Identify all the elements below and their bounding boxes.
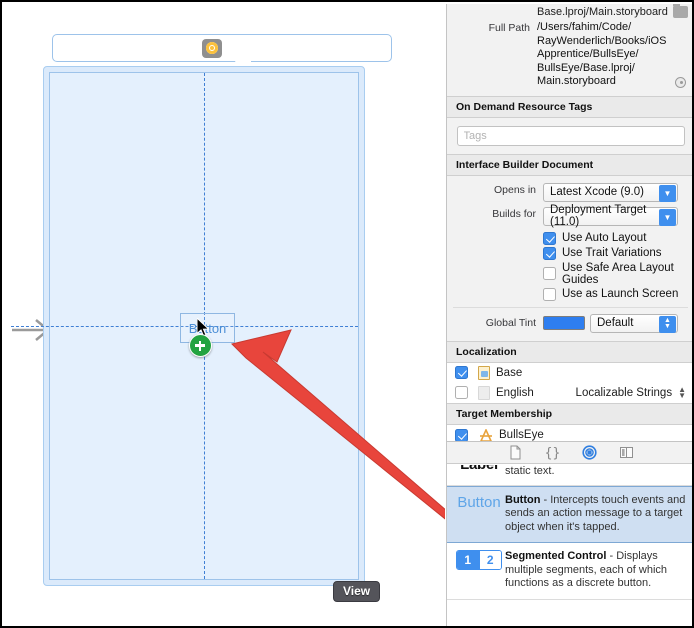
label-glyph: Label (460, 465, 498, 473)
target-bullseye-checkbox[interactable] (455, 428, 468, 442)
library-item-label-description: static text. (505, 465, 555, 477)
ib-document-body: Opens in Latest Xcode (9.0) ▼ Builds for… (447, 176, 692, 341)
builds-for-select[interactable]: Deployment Target (11.0) ▼ (543, 204, 678, 228)
library-item-list[interactable]: Label static text. Button Button - Inter… (447, 465, 692, 626)
use-auto-layout-checkbox[interactable] (543, 231, 556, 245)
library-item-button-title: Button (505, 493, 541, 506)
global-tint-value: Default (597, 317, 634, 329)
localization-row-base[interactable]: Base (447, 362, 692, 383)
segmented-control-thumbnail-icon: 12 (453, 550, 505, 570)
use-safe-area-label: Use Safe Area Layout Guides (562, 261, 674, 286)
strings-file-icon (478, 385, 490, 400)
builds-for-value: Deployment Target (11.0) (550, 204, 647, 228)
builds-for-row: Builds for Deployment Target (11.0) ▼ (453, 204, 688, 231)
localization-base-label: Base (496, 366, 523, 379)
folder-icon[interactable] (673, 4, 688, 18)
opens-in-select[interactable]: Latest Xcode (9.0) ▼ (543, 182, 678, 202)
localization-english-checkbox[interactable] (455, 386, 468, 399)
file-template-library-tab[interactable] (508, 445, 523, 460)
media-library-tab[interactable] (619, 445, 634, 460)
app-target-icon (479, 427, 493, 442)
use-auto-layout-row[interactable]: Use Auto Layout (453, 231, 688, 246)
tags-input[interactable] (456, 125, 685, 146)
use-as-launch-screen-row[interactable]: Use as Launch Screen (453, 287, 688, 302)
scene-dock[interactable] (52, 34, 392, 62)
section-localization: Localization (447, 340, 692, 363)
global-tint-label: Global Tint (485, 317, 536, 329)
segmented-control-glyph: 12 (456, 550, 502, 570)
full-path-row: Full Path /Users/fahim/Code/ RayWenderli… (447, 19, 692, 90)
global-tint-row: Global Tint Default ▲ ▼ (453, 313, 688, 334)
file-inspector-panel[interactable]: Base.lproj/Main.storyboard Full Path /Us… (446, 4, 692, 626)
library-item-segmented-control[interactable]: 12 Segmented Control - Displays multiple… (447, 543, 692, 600)
use-safe-area-row[interactable]: Use Safe Area Layout Guides (453, 261, 688, 287)
full-path-value: /Users/fahim/Code/ RayWenderlich/Books/i… (537, 21, 667, 87)
code-snippet-library-tab[interactable]: {} (544, 445, 560, 461)
section-target-membership: Target Membership (447, 402, 692, 425)
global-tint-select[interactable]: Default ▲ ▼ (590, 313, 678, 333)
button-thumbnail-icon: Button (453, 494, 505, 511)
xcode-storyboard-window: Button View Base.lproj/Main.storyboard (0, 0, 694, 628)
use-as-launch-screen-checkbox[interactable] (543, 287, 556, 301)
strings-file-icon (478, 365, 490, 380)
use-auto-layout-label: Use Auto Layout (562, 232, 647, 244)
section-on-demand-resource-tags: On Demand Resource Tags (447, 95, 692, 118)
chevron-down-icon: ▼ (659, 184, 676, 202)
target-bullseye-label: BullsEye (499, 429, 544, 441)
localization-row-english[interactable]: English Localizable Strings ▲ ▼ (447, 382, 692, 403)
use-as-launch-screen-label: Use as Launch Screen (562, 288, 679, 300)
library-item-segmented-control-text: Segmented Control - Displays multiple se… (505, 550, 686, 591)
global-tint-color-swatch[interactable] (543, 316, 585, 330)
library-item-button-text: Button - Intercepts touch events and sen… (505, 494, 686, 535)
use-trait-variations-checkbox[interactable] (543, 246, 556, 260)
localization-base-checkbox[interactable] (455, 366, 468, 379)
on-demand-body (447, 118, 692, 154)
stepper-icon[interactable]: ▲ ▼ (678, 385, 686, 399)
localization-body: Base English Localizable Strings ▲ ▼ (447, 362, 692, 403)
library-item-segmented-control-title: Segmented Control (505, 550, 607, 562)
file-name-row: Base.lproj/Main.storyboard (447, 4, 692, 19)
section-interface-builder-document: Interface Builder Document (447, 153, 692, 176)
chevron-down-icon: ▼ (659, 208, 676, 226)
use-trait-variations-row[interactable]: Use Trait Variations (453, 246, 688, 261)
builds-for-label: Builds for (492, 207, 536, 220)
opens-in-row: Opens in Latest Xcode (9.0) ▼ (453, 182, 688, 206)
file-name: Base.lproj/Main.storyboard (537, 6, 668, 18)
library-item-button[interactable]: Button Button - Intercepts touch events … (447, 485, 692, 543)
library-tabs[interactable]: {} (447, 442, 692, 464)
label-thumbnail-icon: Label (453, 465, 505, 473)
localization-english-kind: Localizable Strings (575, 386, 673, 399)
button-glyph: Button (457, 493, 501, 511)
use-trait-variations-label: Use Trait Variations (562, 247, 662, 259)
stepper-icon[interactable]: ▲ ▼ (659, 315, 676, 333)
storyboard-canvas[interactable]: Button View (4, 4, 445, 626)
reveal-in-finder-icon[interactable] (675, 76, 686, 88)
library-panel[interactable]: {} static text. Button Button - Intercep… (447, 441, 692, 626)
object-library-tab[interactable] (581, 445, 597, 460)
view-controller-icon[interactable] (202, 38, 222, 58)
drag-add-badge-icon (189, 334, 212, 357)
use-safe-area-checkbox[interactable] (543, 267, 556, 280)
localization-english-label: English (496, 386, 534, 399)
library-item-label[interactable]: Label static text. (447, 465, 692, 486)
view-label-chip[interactable]: View (333, 581, 381, 602)
opens-in-value: Latest Xcode (9.0) (550, 186, 644, 198)
divider (453, 306, 688, 308)
full-path-label: Full Path (488, 22, 530, 34)
opens-in-label: Opens in (493, 183, 536, 196)
library-item-label-text: static text. (505, 465, 686, 479)
svg-text:{}: {} (545, 446, 560, 460)
